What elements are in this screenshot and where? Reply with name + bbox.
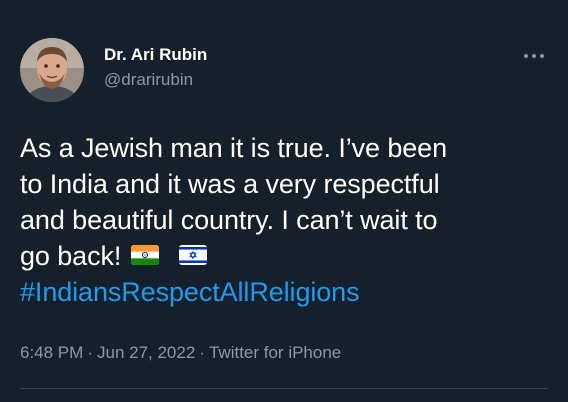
meta-separator: · (87, 343, 93, 362)
tweet-header: Dr. Ari Rubin @drarirubin (20, 38, 548, 104)
tweet-time[interactable]: 6:48 PM (20, 343, 83, 362)
display-name[interactable]: Dr. Ari Rubin (104, 44, 207, 66)
tweet-text-line: and beautiful country. I can’t wait to (20, 205, 438, 235)
tweet-text-last-line: go back! (20, 238, 548, 274)
avatar[interactable] (20, 38, 84, 102)
tweet-text-line: As a Jewish man it is true. I’ve been (20, 133, 447, 163)
more-options-button[interactable] (520, 46, 548, 66)
user-handle[interactable]: @drarirubin (104, 69, 207, 91)
divider (20, 388, 548, 389)
more-options-icon (524, 54, 544, 58)
israel-flag-icon (179, 244, 208, 265)
meta-separator: · (199, 343, 205, 362)
profile-photo-icon (20, 38, 84, 102)
tweet-card: Dr. Ari Rubin @drarirubin As a Jewish ma… (0, 0, 568, 402)
tweet-date[interactable]: Jun 27, 2022 (97, 343, 195, 362)
hashtag-link[interactable]: #IndiansRespectAllReligions (20, 274, 548, 310)
tweet-metadata: 6:48 PM · Jun 27, 2022 · Twitter for iPhone (20, 342, 341, 364)
tweet-source[interactable]: Twitter for iPhone (209, 343, 341, 362)
tweet-text: As a Jewish man it is true. I’ve been to… (20, 130, 548, 310)
author-names: Dr. Ari Rubin @drarirubin (104, 44, 207, 91)
tweet-text-line: go back! (20, 241, 122, 271)
india-flag-icon (131, 244, 160, 265)
tweet-text-line: to India and it was a very respectful (20, 169, 440, 199)
